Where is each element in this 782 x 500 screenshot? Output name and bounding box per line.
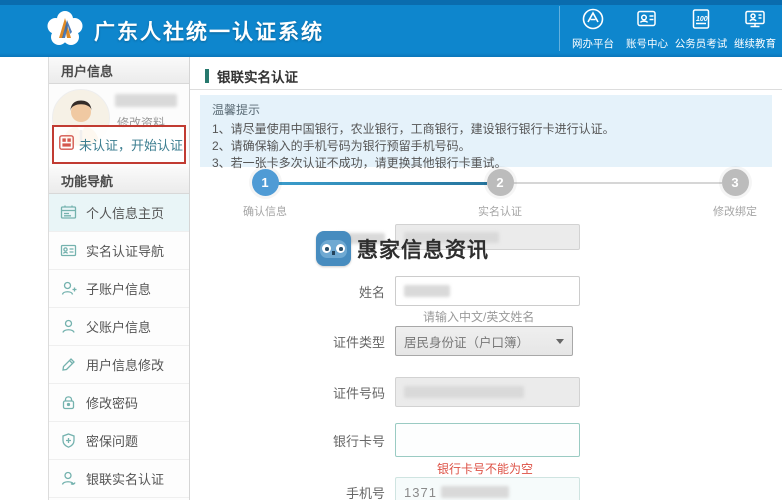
content-area: 用户信息 修改资料 未认证，开始认证 功能导航 个人信息主页 实名认证导航 子账… [0,57,782,500]
step-circle: 1 [251,169,279,196]
sidebar: 用户信息 修改资料 未认证，开始认证 功能导航 个人信息主页 实名认证导航 子账… [48,57,190,500]
step-label: 确认信息 [243,206,287,218]
app-title: 广东人社统一认证系统 [94,21,324,44]
profile-block: 修改资料 未认证，开始认证 [49,84,189,167]
step-circle: 3 [721,169,749,196]
app-logo-icon [46,10,84,48]
step-confirm-info: 1 确认信息 [225,169,305,219]
certification-status-text: 未认证，开始认证 [79,138,184,153]
step-connector-inactive [513,182,722,184]
watermark-robot-icon [316,231,351,266]
function-nav-section-header: 功能导航 [49,167,189,194]
sidebar-item-label: 银联实名认证 [86,472,165,487]
user-info-section-header: 用户信息 [49,57,189,84]
form-row-name: 姓名 [190,276,580,306]
pencil-icon [60,356,77,373]
sidebar-item-label: 用户信息修改 [86,358,165,373]
title-accent-bar [205,68,209,83]
step-modify-binding: 3 修改绑定 [695,169,775,219]
name-label: 姓名 [358,284,385,300]
value-redacted [404,285,450,297]
svg-text:100: 100 [696,16,708,23]
notice-line: 1、请尽量使用中国银行，农业银行，工商银行，建设银行银行卡进行认证。 [212,122,615,136]
page-title-bar: 银联实名认证 [190,62,782,90]
sidebar-item-personal-info-home[interactable]: 个人信息主页 [49,194,189,232]
sidebar-item-label: 修改密码 [86,396,139,411]
progress-stepper: 1 确认信息 2 实名认证 3 修改绑定 [190,169,782,221]
value-redacted [440,486,509,498]
exam-score-icon: 100 [689,6,713,32]
nav-item-account-center[interactable]: 账号中心 [620,6,674,51]
phone-value-visible: 1371 [404,484,437,500]
step-label: 修改绑定 [713,206,757,218]
home-card-icon [60,204,77,221]
header-nav: 网办平台 账号中心 100 公务员考试 继续教育 [559,6,782,51]
sidebar-item-label: 子账户信息 [86,282,152,297]
certification-status-alert[interactable]: 未认证，开始认证 [52,125,186,164]
notice-line: 2、请确保输入的手机号码为银行预留手机号码。 [212,139,471,153]
page: 广东人社统一认证系统 网办平台 账号中心 100 公务员考试 继续教育 用户信息… [0,0,782,500]
sidebar-item-label: 个人信息主页 [86,206,165,221]
sidebar-item-label: 实名认证导航 [86,244,165,259]
chevron-down-icon [556,338,564,344]
name-hint: 请输入中文/英文姓名 [423,310,535,324]
platform-icon [581,6,605,32]
nav-item-civil-exam[interactable]: 100 公务员考试 [674,6,728,51]
left-gutter [0,57,48,500]
sidebar-item-security-question[interactable]: 密保问题 [49,422,189,460]
sidebar-item-change-password[interactable]: 修改密码 [49,384,189,422]
bank-card-label: 银行卡号 [332,433,385,449]
sidebar-item-sub-account[interactable]: 子账户信息 [49,270,189,308]
sidebar-item-realname-auth-nav[interactable]: 实名认证导航 [49,232,189,270]
id-card-icon [60,242,77,259]
step-label: 实名认证 [478,206,522,218]
id-type-select[interactable]: 居民身份证（户口簿） [395,326,573,356]
watermark: 惠家信息资讯 [316,231,489,266]
phone-input[interactable]: 1371 [395,477,580,500]
account-center-icon [635,6,659,32]
uncertified-badge-icon [59,134,74,155]
notice-box: 温馨提示 1、请尽量使用中国银行，农业银行，工商银行，建设银行银行卡进行认证。 … [200,95,772,170]
id-number-label: 证件号码 [332,385,385,401]
step-circle: 2 [486,169,514,196]
step-realname-auth: 2 实名认证 [460,169,540,219]
lock-icon [60,394,77,411]
person-icon [60,318,77,335]
app-header: 广东人社统一认证系统 网办平台 账号中心 100 公务员考试 继续教育 [0,0,782,57]
nav-label: 网办平台 [572,38,614,50]
value-redacted [404,386,524,398]
nav-item-web-platform[interactable]: 网办平台 [566,6,620,51]
sidebar-item-label: 密保问题 [86,434,139,449]
page-title: 银联实名认证 [217,69,298,85]
bank-card-error: 银行卡号不能为空 [437,462,534,476]
form-row-id-number: 证件号码 [190,377,580,407]
sidebar-item-user-info-edit[interactable]: 用户信息修改 [49,346,189,384]
form-row-bank-card: 银行卡号 [190,423,580,457]
bank-card-input[interactable] [395,423,580,457]
id-number-field-disabled [395,377,580,407]
sidebar-item-parent-account[interactable]: 父账户信息 [49,308,189,346]
nav-label: 公务员考试 [674,38,728,50]
nav-item-continuing-education[interactable]: 继续教育 [728,6,782,51]
nav-label: 继续教育 [734,38,776,50]
phone-label: 手机号 [345,485,385,500]
username-redacted [115,94,177,107]
nav-label: 账号中心 [626,38,668,50]
sidebar-item-unionpay-realname[interactable]: 银联实名认证 [49,460,189,498]
name-input[interactable] [395,276,580,306]
person-check-icon [60,470,77,487]
person-plus-icon [60,280,77,297]
id-type-label: 证件类型 [332,334,385,350]
watermark-text: 惠家信息资讯 [357,238,489,262]
form-row-phone: 手机号 1371 [190,477,580,500]
sidebar-item-label: 父账户信息 [86,320,152,335]
shield-icon [60,432,77,449]
step-connector-active [278,182,487,185]
form-row-id-type: 证件类型 居民身份证（户口簿） [190,326,573,356]
notice-title: 温馨提示 [212,103,261,117]
id-type-selected-value: 居民身份证（户口簿） [404,335,530,350]
education-monitor-icon [743,6,767,32]
main-panel: 银联实名认证 温馨提示 1、请尽量使用中国银行，农业银行，工商银行，建设银行银行… [190,57,782,500]
